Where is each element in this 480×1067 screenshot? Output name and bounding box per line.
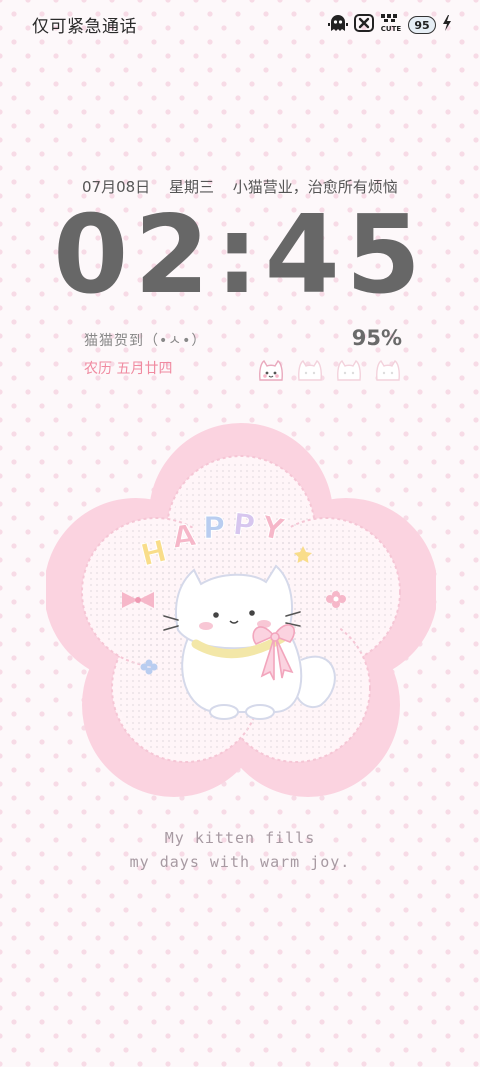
cat-battery-indicator <box>256 358 403 388</box>
cat-face-icon <box>256 358 286 388</box>
happy-letter: P <box>203 511 225 546</box>
svg-text:CUTE: CUTE <box>381 25 402 33</box>
carrier-status-text: 仅可紧急通话 <box>32 17 137 37</box>
battery-icon: 95 <box>408 16 436 34</box>
cat-face-icon <box>334 358 364 388</box>
lunar-date: 农历 五月廿四 <box>84 361 173 377</box>
checkin-text: 猫猫贺到（•ㅅ•） <box>84 333 207 349</box>
kitten-flower-illustration: H A P P Y <box>46 423 436 797</box>
ghost-icon <box>328 14 348 36</box>
caption: My kitten fills my days with warm joy. <box>0 826 480 874</box>
status-bar: 仅可紧急通话 CUTE 95 <box>0 0 480 48</box>
battery-percent: 95% <box>351 326 402 350</box>
battery-level-text: 95 <box>414 18 430 32</box>
caption-line-2: my days with warm joy. <box>129 853 351 871</box>
cat-face-icon <box>295 358 325 388</box>
charging-bolt-icon <box>442 15 452 35</box>
happy-letter: P <box>231 507 257 544</box>
close-box-icon <box>354 14 374 36</box>
status-icons: CUTE 95 <box>328 14 452 36</box>
cat-face-icon <box>373 358 403 388</box>
caption-line-1: My kitten fills <box>164 829 316 847</box>
cute-badge-icon: CUTE <box>380 13 402 37</box>
clock: 02:45 <box>53 193 427 318</box>
